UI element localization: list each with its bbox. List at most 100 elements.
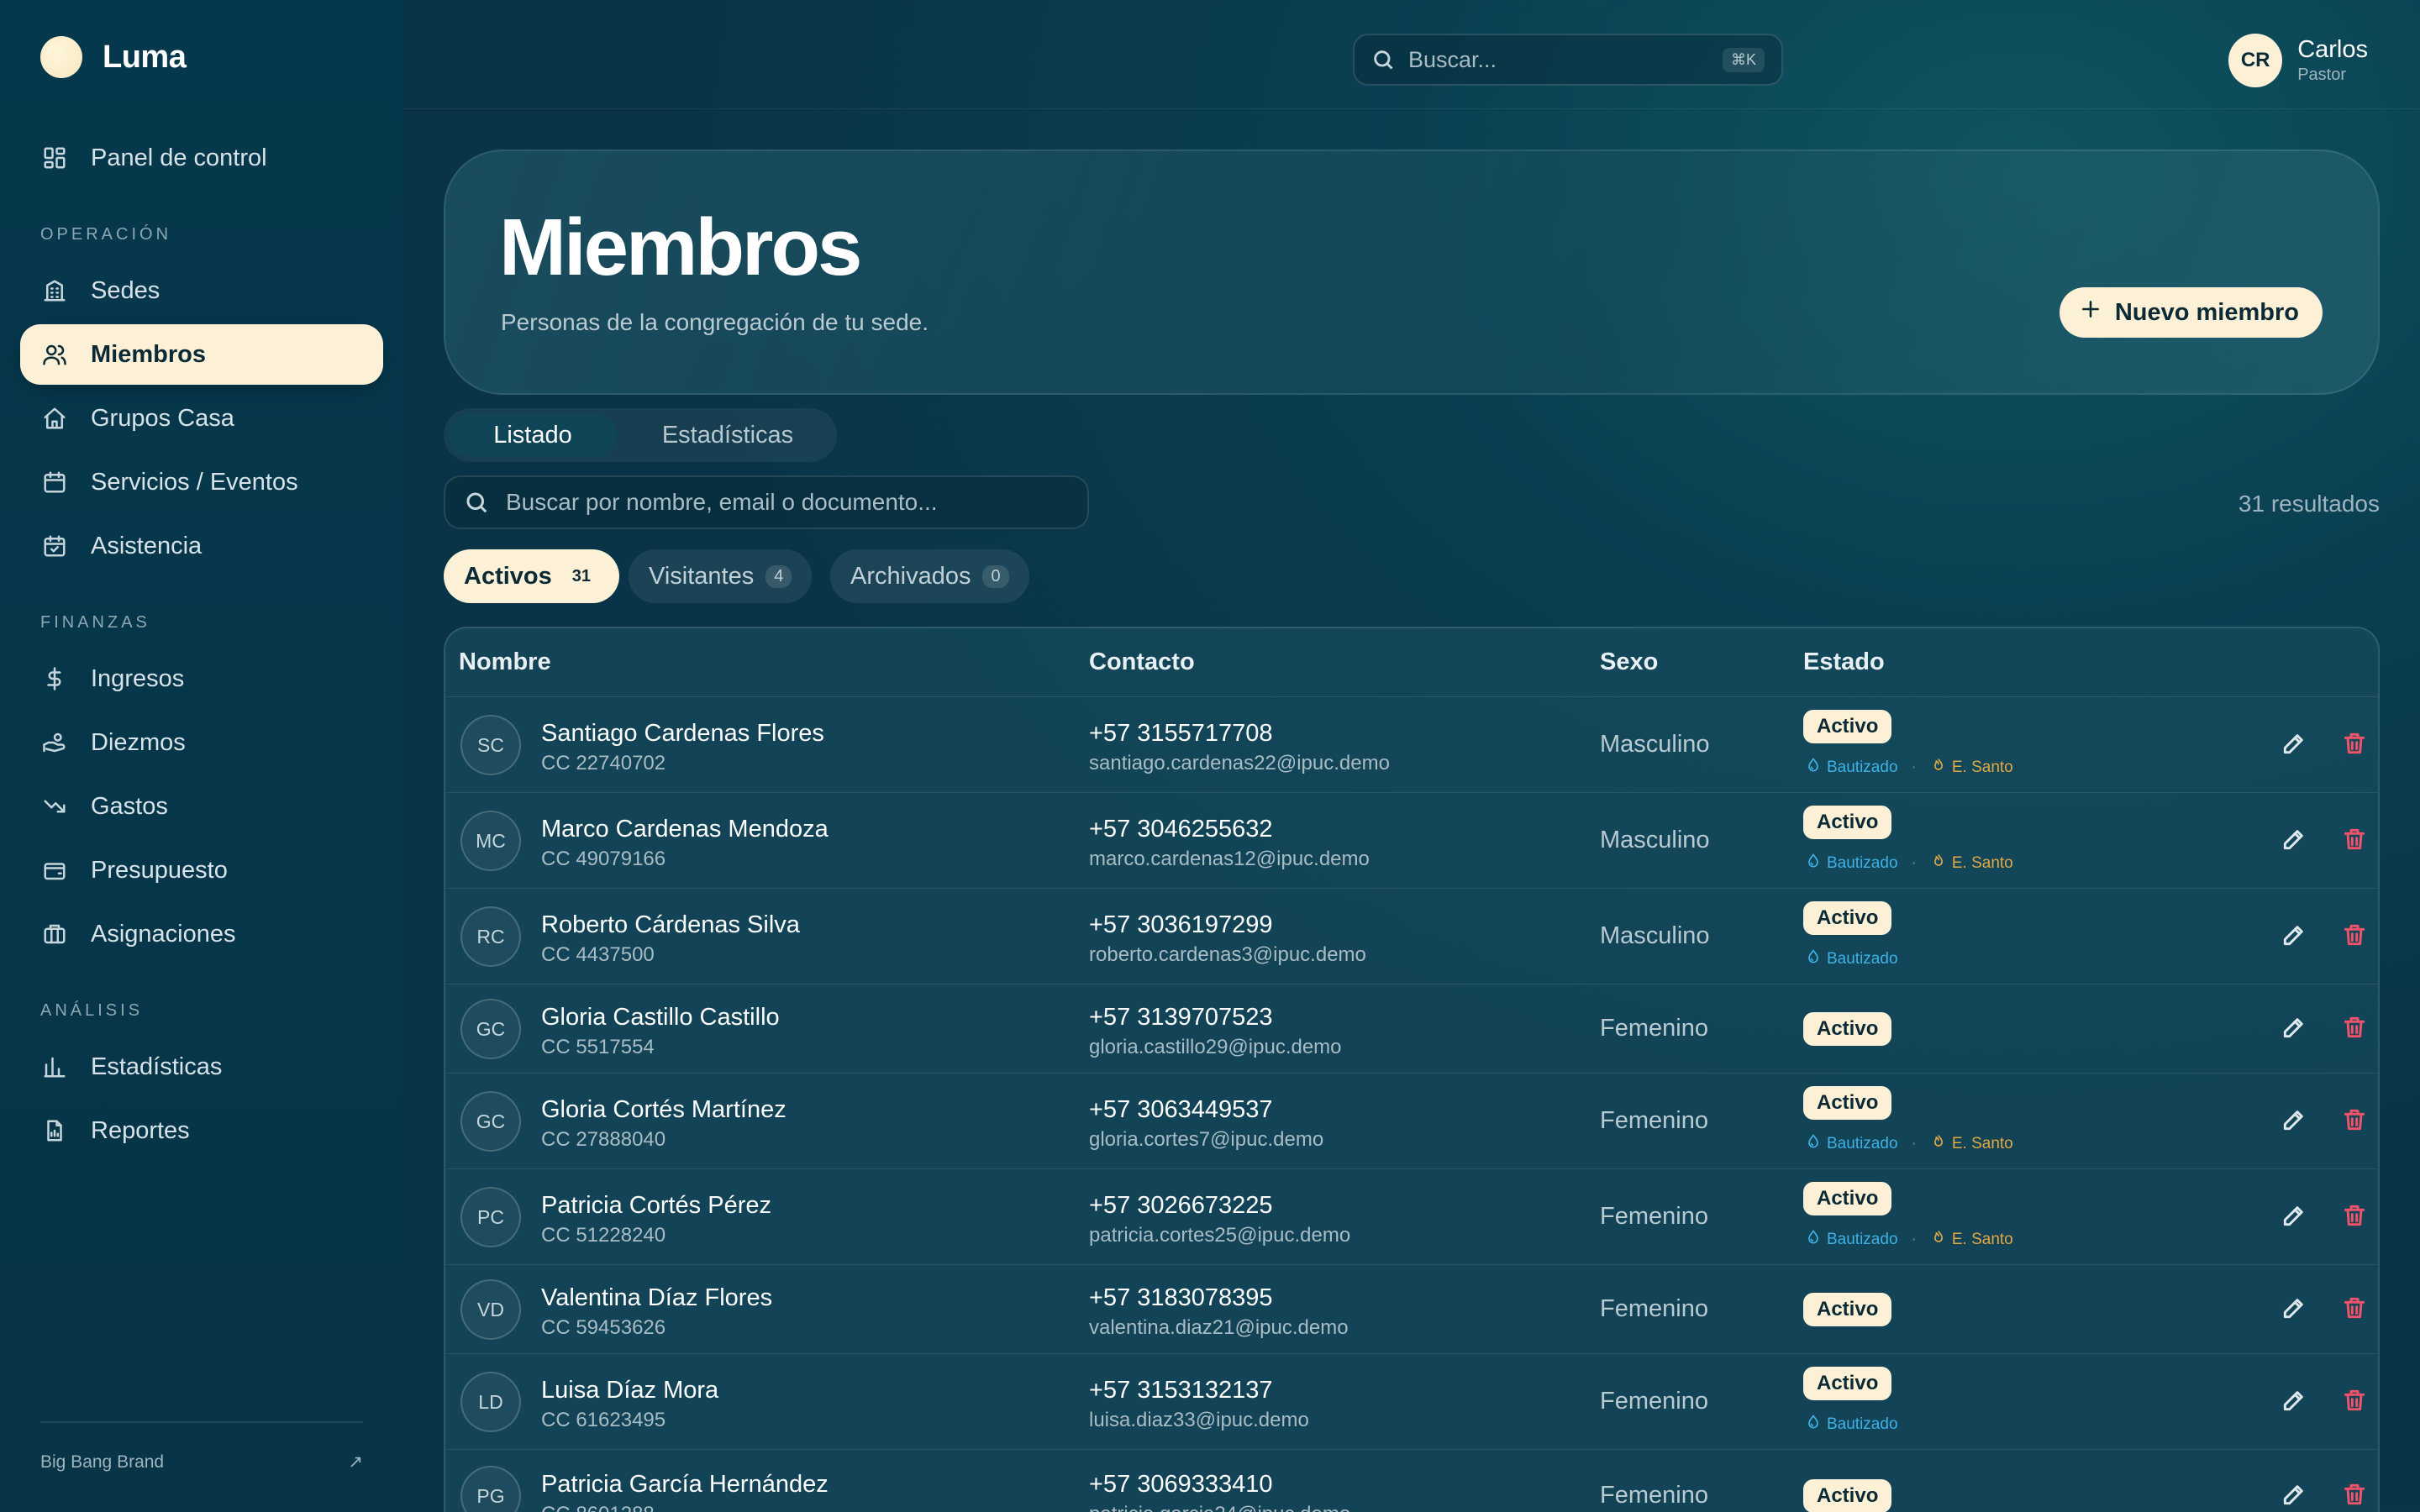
tab-estadisticas[interactable]: Estadísticas	[623, 413, 832, 457]
delete-button[interactable]	[2338, 1293, 2371, 1326]
section-label-finanzas: FINANZAS	[40, 613, 150, 632]
global-search[interactable]: ⌘K	[1353, 34, 1783, 86]
edit-button[interactable]	[2277, 1200, 2311, 1234]
sidebar-item-ingresos[interactable]: Ingresos	[20, 648, 383, 709]
sidebar-item-label: Reportes	[91, 1116, 190, 1144]
sidebar-item-grupos-casa[interactable]: Grupos Casa	[20, 388, 383, 449]
delete-button[interactable]	[2338, 1479, 2371, 1512]
member-name[interactable]: Santiago Cardenas Flores	[541, 720, 824, 748]
sidebar-item-reportes[interactable]: Reportes	[20, 1100, 383, 1161]
sidebar-item-label: Panel de control	[91, 144, 267, 171]
section-label-operacion: OPERACIÓN	[40, 225, 172, 244]
status-badge: Activo	[1803, 1293, 1892, 1326]
bar-chart-icon	[44, 1057, 66, 1078]
edit-button[interactable]	[2277, 920, 2311, 953]
sidebar-item-servicios-eventos[interactable]: Servicios / Eventos	[20, 452, 383, 512]
edit-button[interactable]	[2277, 728, 2311, 762]
member-name[interactable]: Marco Cardenas Mendoza	[541, 816, 829, 843]
member-sex: Femenino	[1600, 1203, 1708, 1230]
trash-icon	[2341, 1014, 2368, 1045]
edit-button[interactable]	[2277, 1479, 2311, 1512]
global-search-input[interactable]	[1408, 46, 1709, 73]
luma-logo-icon	[40, 36, 82, 78]
column-header-nombre[interactable]: Nombre	[459, 648, 551, 676]
sidebar-item-estadisticas[interactable]: Estadísticas	[20, 1037, 383, 1097]
member-tags: Bautizado · E. Santo	[1805, 853, 2013, 874]
member-document: CC 5517554	[541, 1036, 655, 1058]
view-tabs: Listado Estadísticas	[444, 408, 837, 462]
member-phone: +57 3069333410	[1089, 1471, 1273, 1498]
table-row[interactable]: RC Roberto Cárdenas Silva CC 4437500 +57 30…	[445, 889, 2378, 984]
users-icon	[43, 344, 66, 365]
column-header-sexo[interactable]: Sexo	[1600, 648, 1658, 676]
column-header-contacto[interactable]: Contacto	[1089, 648, 1195, 676]
edit-button[interactable]	[2277, 1385, 2311, 1419]
sidebar-item-asistencia[interactable]: Asistencia	[20, 516, 383, 576]
dollar-icon	[47, 667, 61, 690]
table-header: Nombre Contacto Sexo Estado	[445, 628, 2378, 697]
delete-button[interactable]	[2338, 728, 2371, 762]
edit-button[interactable]	[2277, 1293, 2311, 1326]
member-email: gloria.cortes7@ipuc.demo	[1089, 1128, 1324, 1151]
page-header-card: Miembros Personas de la congregación de …	[444, 150, 2380, 395]
member-name[interactable]: Valentina Díaz Flores	[541, 1284, 772, 1312]
sidebar-item-asignaciones[interactable]: Asignaciones	[20, 904, 383, 964]
table-row[interactable]: GC Gloria Castillo Castillo CC 5517554 +57 …	[445, 984, 2378, 1074]
holy-spirit-tag: E. Santo	[1930, 1229, 2013, 1251]
brand[interactable]: Luma	[40, 35, 187, 79]
member-name[interactable]: Gloria Castillo Castillo	[541, 1004, 780, 1032]
member-name[interactable]: Patricia Cortés Pérez	[541, 1192, 771, 1220]
sidebar-item-gastos[interactable]: Gastos	[20, 776, 383, 837]
table-row[interactable]: GC Gloria Cortés Martínez CC 27888040 +57 3…	[445, 1074, 2378, 1169]
filter-visitantes[interactable]: Visitantes 4	[629, 549, 813, 603]
sidebar-item-panel-de-control[interactable]: Panel de control	[20, 128, 383, 188]
table-row[interactable]: LD Luisa Díaz Mora CC 61623495 +57 31531321…	[445, 1354, 2378, 1450]
member-search[interactable]	[444, 475, 1089, 529]
delete-button[interactable]	[2338, 1105, 2371, 1138]
status-badge: Activo	[1803, 1182, 1892, 1215]
member-search-input[interactable]	[506, 489, 1069, 516]
user-name: Carlos	[2297, 36, 2368, 63]
tag-separator: ·	[1911, 1135, 1917, 1152]
baptized-tag: Bautizado	[1805, 757, 1898, 779]
pencil-icon	[2281, 1294, 2307, 1326]
edit-button[interactable]	[2277, 1012, 2311, 1046]
baptized-label: Bautizado	[1827, 1231, 1898, 1248]
table-row[interactable]: VD Valentina Díaz Flores CC 59453626 +57 31…	[445, 1265, 2378, 1354]
filter-count: 0	[982, 564, 1009, 588]
sidebar-item-sedes[interactable]: Sedes	[20, 260, 383, 321]
new-member-button[interactable]: Nuevo miembro	[2059, 287, 2323, 338]
building-icon	[44, 280, 66, 302]
column-header-estado[interactable]: Estado	[1803, 648, 1885, 676]
sidebar-item-presupuesto[interactable]: Presupuesto	[20, 840, 383, 900]
table-row[interactable]: PC Patricia Cortés Pérez CC 51228240 +57 30…	[445, 1169, 2378, 1265]
table-row[interactable]: PG Patricia García Hernández CC 8601288 +57…	[445, 1450, 2378, 1512]
filter-activos[interactable]: Activos 31	[444, 549, 620, 603]
delete-button[interactable]	[2338, 1012, 2371, 1046]
table-row[interactable]: MC Marco Cardenas Mendoza CC 49079166 +57 3…	[445, 793, 2378, 889]
table-row[interactable]: SC Santiago Cardenas Flores CC 22740702 +57…	[445, 697, 2378, 793]
member-avatar: GC	[460, 999, 521, 1059]
pencil-icon	[2281, 1387, 2307, 1418]
member-name[interactable]: Gloria Cortés Martínez	[541, 1096, 786, 1124]
filter-archivados[interactable]: Archivados 0	[830, 549, 1029, 603]
tab-listado[interactable]: Listado	[449, 413, 617, 457]
edit-button[interactable]	[2277, 1105, 2311, 1138]
edit-button[interactable]	[2277, 824, 2311, 858]
member-name[interactable]: Roberto Cárdenas Silva	[541, 911, 800, 939]
baptized-label: Bautizado	[1827, 950, 1898, 968]
member-name[interactable]: Luisa Díaz Mora	[541, 1377, 718, 1404]
delete-button[interactable]	[2338, 1200, 2371, 1234]
member-phone: +57 3046255632	[1089, 816, 1273, 843]
user-menu[interactable]: CR Carlos Pastor	[2228, 34, 2368, 87]
member-sex: Femenino	[1600, 1388, 1708, 1415]
sidebar-item-diezmos[interactable]: Diezmos	[20, 712, 383, 773]
sidebar-item-miembros[interactable]: Miembros	[20, 324, 383, 385]
footer-brand-link[interactable]: Big Bang Brand ↗	[40, 1452, 363, 1473]
sidebar-item-label: Presupuesto	[91, 856, 228, 884]
member-name[interactable]: Patricia García Hernández	[541, 1471, 829, 1499]
sidebar-item-label: Miembros	[91, 340, 206, 368]
delete-button[interactable]	[2338, 824, 2371, 858]
delete-button[interactable]	[2338, 920, 2371, 953]
delete-button[interactable]	[2338, 1385, 2371, 1419]
